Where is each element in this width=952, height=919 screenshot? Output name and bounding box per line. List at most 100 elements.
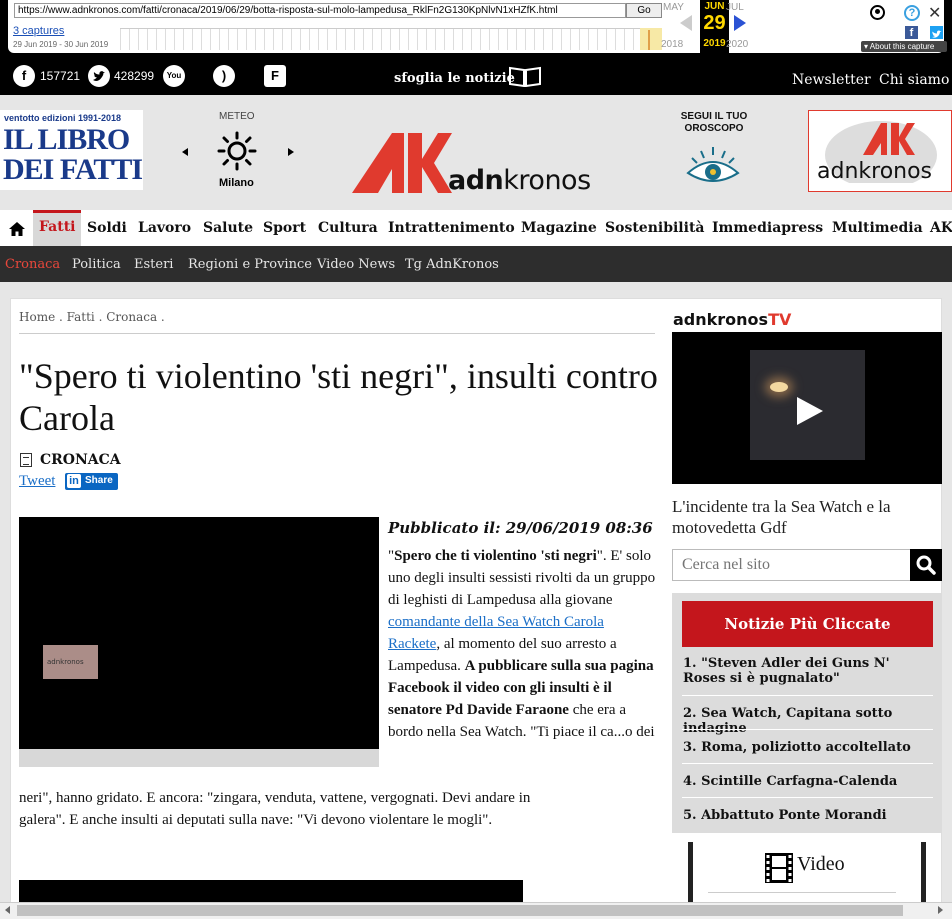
wayback-captures-link[interactable]: 3 captures [13,25,64,37]
scroll-left-icon[interactable] [5,906,10,914]
wayback-prev-month[interactable]: MAY [663,2,684,13]
nav-item-sport[interactable]: Sport [263,220,306,236]
nav-item-soldi[interactable]: Soldi [87,220,127,236]
adnkronos-wordmark[interactable]: adnkronos [448,165,591,196]
video-player[interactable] [19,517,379,749]
wayback-close-icon[interactable]: ✕ [928,3,941,23]
document-icon [20,453,32,467]
subnav-item-politica[interactable]: Politica [72,257,121,272]
libro-title: IL LIBRO DEI FATTI [3,123,143,186]
most-clicked-item-2[interactable]: 2. Sea Watch, Capitana sotto indagine [683,706,933,736]
search-button[interactable] [910,549,942,581]
nav-item-lavoro[interactable]: Lavoro [138,220,191,236]
meteo-next-arrow-icon[interactable] [288,148,294,156]
search-input[interactable] [672,549,911,581]
meteo-prev-arrow-icon[interactable] [182,148,188,156]
nav-item-fatti[interactable]: Fatti [39,219,76,235]
site-header: ventotto edizioni 1991-2018 IL LIBRO DEI… [0,95,952,208]
wayback-go-button[interactable]: Go [626,3,662,18]
eye-icon[interactable] [684,145,742,187]
newsletter-link[interactable]: Newsletter [792,72,871,88]
most-clicked-divider [682,695,933,696]
article-section[interactable]: CRONACA [40,452,121,468]
wayback-sparkline[interactable] [120,28,662,50]
subnav-item-tg-adnkronos[interactable]: Tg AdnKronos [405,257,499,272]
subnav-item-video-news[interactable]: Video News [317,257,395,272]
breadcrumb[interactable]: Home . Fatti . Cronaca . [19,310,165,324]
youtube-icon[interactable]: You [163,65,185,87]
wayback-twitter-icon[interactable] [930,26,943,39]
article-body-column: "Spero che ti violentino 'sti negri". E'… [388,545,658,743]
wayback-toolbar: https://www.adnkronos.com/fatti/cronaca/… [0,0,952,57]
wayback-sparkline-bar [648,30,650,50]
wayback-next-month[interactable]: JUL [726,2,744,13]
nav-item-immediapress[interactable]: Immediapress [712,220,823,236]
most-clicked-divider [682,763,933,764]
wayback-prev-arrow-icon[interactable] [680,15,692,31]
tv-video-caption[interactable]: L'incidente tra la Sea Watch e la motove… [672,496,942,538]
oroscopo-label[interactable]: SEGUI IL TUO OROSCOPO [660,111,768,135]
most-clicked-item-1[interactable]: 1. "Steven Adler dei Guns N' Roses si è … [683,656,933,686]
sfoglia-notizie-link[interactable]: sfoglia le notizie [394,71,515,86]
adnkronos-ad-box[interactable]: adnkronos [808,110,952,192]
wayback-next-year[interactable]: 2020 [726,39,748,50]
published-date: Pubblicato il: 29/06/2019 08:36 [388,519,653,537]
ad-box-wordmark: adnkronos [817,159,933,184]
home-icon[interactable] [9,222,25,236]
wayback-current-day: 29 [703,12,726,34]
subnav-item-regioni[interactable]: Regioni e Province [188,257,312,272]
most-clicked-item-4[interactable]: 4. Scintille Carfagna-Calenda [683,774,933,789]
nav-item-cultura[interactable]: Cultura [318,220,378,236]
nav-item-intrattenimento[interactable]: Intrattenimento [388,220,515,236]
main-nav: Fatti Soldi Lavoro Salute Sport Cultura … [0,210,952,246]
most-clicked-divider [682,729,933,730]
play-icon[interactable] [797,397,823,425]
most-clicked-title: Notizie Più Cliccate [682,601,933,647]
nav-active-indicator [33,210,81,213]
wayback-help-icon[interactable]: ? [904,5,920,21]
scrollbar-thumb[interactable] [17,905,903,916]
twitter-icon[interactable] [88,65,110,87]
wayback-prev-year[interactable]: 2018 [661,39,683,50]
wayback-url-input[interactable]: https://www.adnkronos.com/fatti/cronaca/… [14,3,626,18]
nav-item-salute[interactable]: Salute [203,220,253,236]
facebook-icon[interactable]: f [13,65,35,87]
most-clicked-item-3[interactable]: 3. Roma, poliziotto accoltellato [683,740,933,755]
flipboard-icon[interactable]: F [264,65,286,87]
scroll-right-icon[interactable] [938,906,943,914]
video-section-label[interactable]: Video [797,853,845,876]
body-bold-quote: Spero che ti violentino 'sti negri [394,548,597,564]
tweet-link[interactable]: Tweet [19,473,55,490]
wayback-facebook-icon[interactable]: f [905,26,918,39]
libro-dei-fatti-banner[interactable]: ventotto edizioni 1991-2018 IL LIBRO DEI… [0,110,143,190]
wayback-about-capture-button[interactable]: ▾ About this capture [861,41,947,52]
search-icon [916,555,936,575]
linkedin-share-button[interactable]: in Share [65,473,118,490]
share-label: Share [85,475,113,486]
adnkronos-tv-logo[interactable]: adnkronosTV [673,310,791,329]
most-clicked-item-5[interactable]: 5. Abbattuto Ponte Morandi [683,808,933,823]
tv-logo-suffix: TV [768,310,792,329]
article-body-wide-1: neri", hanno gridato. E ancora: "zingara… [19,790,531,806]
nav-item-sostenibilita[interactable]: Sostenibilità [605,220,704,236]
wayback-panel: https://www.adnkronos.com/fatti/cronaca/… [8,0,947,53]
wayback-user-icon[interactable] [870,5,885,20]
chi-siamo-link[interactable]: Chi siamo [879,72,949,88]
wayback-next-arrow-icon[interactable] [734,15,746,31]
wayback-current-year: 2019 [703,38,726,49]
wayback-sparkline-highlight [640,28,662,50]
book-icon[interactable] [508,65,542,87]
video-watermark-text: adnkronos [47,658,84,666]
rss-icon[interactable]: ) [213,65,235,87]
most-clicked-divider [682,797,933,798]
nav-item-magazine[interactable]: Magazine [521,220,597,236]
nav-item-multimedia[interactable]: Multimedia [832,220,923,236]
subnav-item-cronaca[interactable]: Cronaca [5,257,60,272]
wordmark-kronos: kronos [503,165,591,196]
meteo-city: Milano [219,177,254,189]
libro-subtitle: ventotto edizioni 1991-2018 [4,113,122,123]
article-body-wide-2: galera". E anche insulti ai deputati sul… [19,812,493,828]
subnav-item-esteri[interactable]: Esteri [134,257,173,272]
nav-item-ak[interactable]: AK [930,220,952,236]
video-divider [708,892,896,893]
